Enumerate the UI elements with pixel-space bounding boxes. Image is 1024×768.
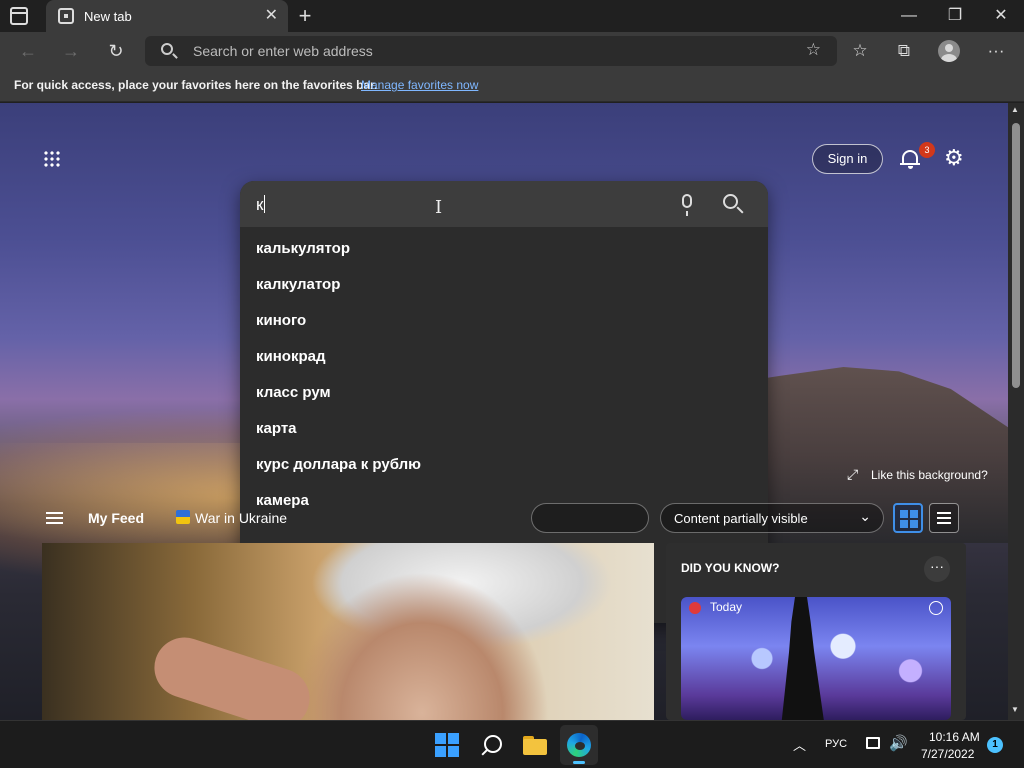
page-settings-gear-icon[interactable]: ⚙ bbox=[944, 147, 964, 169]
news-hero-card[interactable] bbox=[42, 543, 654, 720]
collections-icon[interactable]: ⧉ bbox=[892, 39, 916, 63]
app-launcher-icon[interactable] bbox=[43, 150, 61, 168]
restore-button[interactable]: ❐ bbox=[945, 4, 965, 28]
suggestion-item[interactable]: калькулятор bbox=[240, 231, 768, 267]
did-you-know-card[interactable]: DID YOU KNOW? ··· Today bbox=[666, 543, 966, 720]
notifications-bell-icon[interactable] bbox=[900, 148, 920, 170]
search-icon bbox=[161, 43, 173, 55]
favorites-bar-message: For quick access, place your favorites h… bbox=[14, 78, 378, 92]
volume-icon[interactable]: 🔊 bbox=[889, 734, 908, 752]
show-hidden-icons-icon[interactable]: ︿ bbox=[793, 735, 806, 754]
active-app-indicator bbox=[573, 761, 585, 764]
scroll-thumb[interactable] bbox=[1012, 123, 1020, 388]
windows-taskbar: ︿ РУС 🔊 10:16 AM 7/27/2022 1 bbox=[0, 720, 1024, 768]
page-scrollbar[interactable]: ▲ ▼ bbox=[1008, 103, 1024, 720]
publishers-pill[interactable] bbox=[531, 503, 649, 533]
tab-war-in-ukraine[interactable]: War in Ukraine bbox=[195, 510, 287, 526]
tab-title: New tab bbox=[84, 9, 132, 24]
tab-new-tab[interactable]: New tab ✕ bbox=[46, 0, 288, 32]
suggestion-list: калькулятор калкулатор киного кинокрад к… bbox=[240, 231, 768, 519]
add-favorite-icon[interactable]: ☆ bbox=[806, 40, 821, 60]
suggestion-item[interactable]: калкулатор bbox=[240, 267, 768, 303]
refresh-button[interactable]: ↻ bbox=[103, 39, 129, 63]
like-background-link[interactable]: Like this background? bbox=[871, 468, 988, 482]
title-bar: New tab ✕ + — ❐ ✕ bbox=[0, 0, 1024, 32]
notifications-count-badge: 3 bbox=[919, 142, 935, 158]
new-tab-button[interactable]: + bbox=[294, 3, 316, 29]
new-tab-page: Sign in 3 ⚙ к I калькулятор калкулатор к… bbox=[0, 103, 1008, 720]
feed-menu-icon[interactable] bbox=[46, 512, 63, 524]
suggestion-item[interactable]: карта bbox=[240, 411, 768, 447]
tab-close-icon[interactable]: ✕ bbox=[265, 7, 278, 25]
tab-actions-icon[interactable] bbox=[10, 7, 28, 25]
edge-taskbar-button[interactable] bbox=[560, 725, 598, 765]
card-more-button[interactable]: ··· bbox=[924, 556, 950, 582]
chevron-down-icon: ⌄ bbox=[859, 508, 871, 524]
address-bar[interactable]: Search or enter web address ☆ bbox=[145, 36, 837, 66]
notification-center-badge[interactable]: 1 bbox=[987, 737, 1003, 753]
file-explorer-icon[interactable] bbox=[523, 733, 547, 757]
today-live-icon bbox=[689, 602, 701, 614]
suggestion-item[interactable]: курс доллара к рублю bbox=[240, 447, 768, 483]
navigation-bar: ← → ↻ Search or enter web address ☆ ☆ ⧉ … bbox=[0, 32, 1024, 70]
profile-avatar-icon[interactable] bbox=[938, 40, 960, 62]
sign-in-button[interactable]: Sign in bbox=[812, 144, 883, 174]
search-button-icon[interactable] bbox=[723, 194, 738, 209]
tab-my-feed[interactable]: My Feed bbox=[88, 510, 144, 526]
favorites-icon[interactable]: ☆ bbox=[848, 39, 872, 63]
taskbar-search-icon[interactable] bbox=[480, 733, 504, 757]
scroll-down-icon[interactable]: ▼ bbox=[1011, 705, 1019, 714]
settings-more-icon[interactable]: ··· bbox=[984, 39, 1008, 63]
back-button[interactable]: ← bbox=[15, 39, 41, 63]
scroll-up-icon[interactable]: ▲ bbox=[1011, 105, 1019, 114]
did-you-know-title: DID YOU KNOW? bbox=[681, 561, 780, 575]
edge-browser-icon bbox=[567, 733, 591, 757]
manage-favorites-link[interactable]: Manage favorites now bbox=[361, 78, 478, 92]
grid-layout-button[interactable] bbox=[893, 503, 923, 533]
today-label: Today bbox=[710, 600, 743, 614]
clock-date[interactable]: 7/27/2022 bbox=[921, 747, 974, 761]
did-you-know-image[interactable]: Today bbox=[681, 597, 951, 720]
search-box[interactable]: к I bbox=[240, 181, 768, 227]
expand-background-icon[interactable]: ⤢ bbox=[847, 466, 858, 483]
suggestion-item[interactable]: киного bbox=[240, 303, 768, 339]
news-hero-image bbox=[146, 629, 318, 720]
close-window-button[interactable]: ✕ bbox=[991, 4, 1011, 28]
globe-icon bbox=[929, 601, 943, 615]
list-layout-button[interactable] bbox=[929, 503, 959, 533]
search-input[interactable]: к bbox=[256, 195, 266, 215]
windows-start-icon[interactable] bbox=[435, 733, 459, 757]
text-cursor-icon: I bbox=[435, 197, 443, 218]
ukraine-flag-icon bbox=[176, 510, 190, 524]
content-visibility-label: Content partially visible bbox=[674, 511, 808, 526]
minimize-button[interactable]: — bbox=[899, 4, 919, 28]
new-tab-favicon-icon bbox=[58, 8, 74, 24]
microphone-icon[interactable] bbox=[682, 194, 692, 216]
suggestion-item[interactable]: кинокрад bbox=[240, 339, 768, 375]
favorites-bar: For quick access, place your favorites h… bbox=[0, 70, 1024, 102]
content-visibility-dropdown[interactable]: Content partially visible ⌄ bbox=[660, 503, 884, 533]
network-icon[interactable] bbox=[866, 737, 880, 749]
forward-button[interactable]: → bbox=[58, 39, 84, 63]
input-language-indicator[interactable]: РУС bbox=[825, 738, 847, 750]
suggestion-item[interactable]: класс рум bbox=[240, 375, 768, 411]
singer-silhouette bbox=[781, 597, 824, 720]
address-bar-placeholder: Search or enter web address bbox=[193, 43, 373, 59]
clock-time[interactable]: 10:16 AM bbox=[929, 730, 980, 744]
